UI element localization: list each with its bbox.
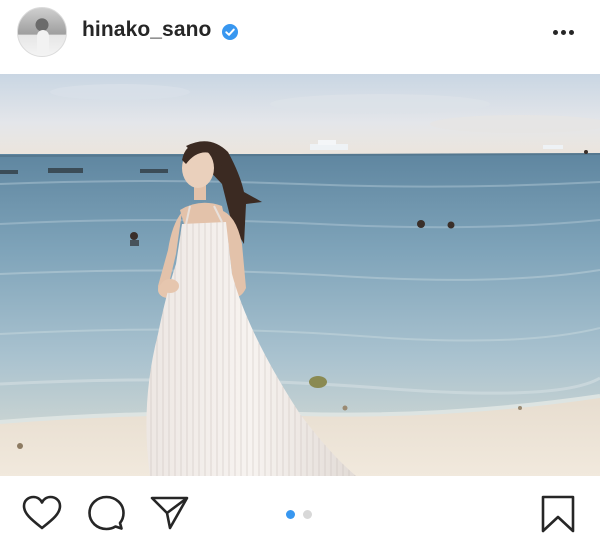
post-actions xyxy=(0,476,600,542)
verified-badge-icon xyxy=(222,24,238,40)
avatar-figure xyxy=(37,30,49,54)
carousel-dot-active xyxy=(286,510,295,519)
bookmark-icon[interactable] xyxy=(538,495,578,533)
heart-icon[interactable] xyxy=(22,495,62,531)
carousel-dot-inactive xyxy=(303,510,312,519)
post-photo[interactable] xyxy=(0,74,600,476)
profile-avatar[interactable] xyxy=(17,7,67,57)
carousel-indicator xyxy=(286,510,316,520)
post-header: hinako_sano xyxy=(0,0,600,74)
comment-icon[interactable] xyxy=(86,495,126,531)
username-link[interactable]: hinako_sano xyxy=(82,18,211,42)
more-options-icon[interactable] xyxy=(548,24,580,40)
send-icon[interactable] xyxy=(150,495,190,531)
